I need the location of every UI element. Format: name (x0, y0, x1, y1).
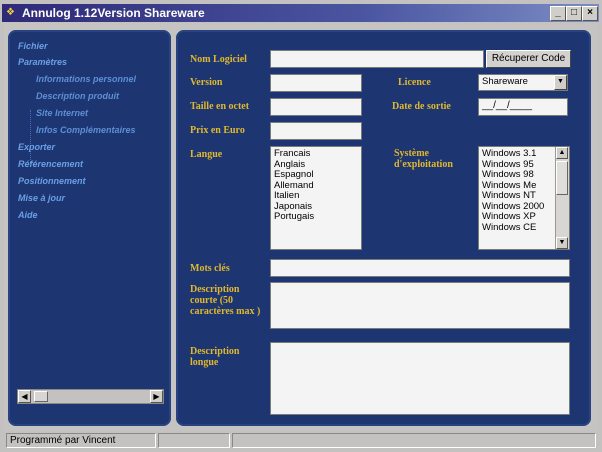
list-item[interactable]: Windows CE (482, 222, 553, 234)
scroll-right-arrow-icon[interactable]: ▶ (150, 390, 163, 403)
prix-field[interactable] (270, 122, 362, 140)
status-text: Programmé par Vincent (6, 433, 156, 448)
version-field[interactable] (270, 74, 362, 92)
form-panel: Nom Logiciel Récuperer Code Version Lice… (176, 30, 591, 426)
scroll-thumb[interactable] (556, 161, 568, 195)
minimize-button[interactable]: _ (550, 6, 566, 21)
mots-cles-label: Mots clés (190, 263, 230, 274)
status-panel-empty (158, 433, 230, 448)
date-sortie-label: Date de sortie (392, 101, 451, 112)
taille-label: Taille en octet (190, 101, 250, 112)
nom-logiciel-field[interactable] (270, 50, 484, 68)
application-window: ❖ Annulog 1.12Version Shareware _ □ × Fi… (0, 0, 602, 452)
sidebar-item-parametres[interactable]: Paramètres (18, 57, 67, 67)
scroll-up-arrow-icon[interactable]: ▲ (556, 147, 568, 159)
scroll-down-arrow-icon[interactable]: ▼ (556, 237, 568, 249)
mots-cles-field[interactable] (270, 259, 570, 277)
prix-label: Prix en Euro (190, 125, 245, 136)
window-title: Annulog 1.12Version Shareware (22, 6, 205, 20)
maximize-button[interactable]: □ (566, 6, 582, 21)
version-label: Version (190, 77, 223, 88)
list-item[interactable]: Italien (274, 190, 358, 202)
description-courte-label: Description courte (50 caractères max ) (190, 284, 261, 317)
app-icon: ❖ (6, 7, 15, 18)
close-button[interactable]: × (582, 6, 598, 21)
list-item[interactable]: Espagnol (274, 169, 358, 181)
list-item[interactable]: Windows 98 (482, 169, 553, 181)
list-item[interactable]: Windows XP (482, 211, 553, 223)
langue-label: Langue (190, 149, 223, 160)
systeme-vertical-scrollbar[interactable]: ▲ ▼ (555, 147, 569, 249)
title-bar[interactable]: ❖ Annulog 1.12Version Shareware _ □ × (2, 4, 599, 22)
description-longue-label: Description longue (190, 346, 240, 368)
status-panel-empty (232, 433, 596, 448)
sidebar-horizontal-scrollbar[interactable]: ◀ ▶ (17, 389, 164, 404)
sidebar-item-fichier[interactable]: Fichier (18, 41, 48, 51)
description-courte-field[interactable] (270, 282, 570, 329)
scroll-thumb[interactable] (34, 391, 48, 402)
status-bar: Programmé par Vincent (4, 432, 598, 449)
licence-value: Shareware (482, 76, 528, 87)
list-item[interactable]: Windows NT (482, 190, 553, 202)
taille-field[interactable] (270, 98, 362, 116)
sidebar-item-exporter[interactable]: Exporter (18, 142, 55, 152)
list-item[interactable]: Portugais (274, 211, 358, 223)
sidebar-item-infos-complementaires[interactable]: Infos Complémentaires (36, 125, 136, 135)
sidebar-item-referencement[interactable]: Référencement (18, 159, 83, 169)
systeme-label: Système d'exploitation (394, 148, 453, 170)
licence-select[interactable]: Shareware ▼ (478, 74, 568, 91)
scroll-left-arrow-icon[interactable]: ◀ (18, 390, 31, 403)
sidebar-item-mise-a-jour[interactable]: Mise à jour (18, 193, 65, 203)
list-item[interactable]: Windows 3.1 (482, 148, 553, 160)
chevron-down-icon[interactable]: ▼ (554, 75, 567, 90)
langue-listbox[interactable]: Francais Anglais Espagnol Allemand Itali… (270, 146, 362, 250)
licence-label: Licence (398, 77, 431, 88)
date-sortie-field[interactable]: __/__/____ (478, 98, 568, 116)
sidebar-item-informations-personnel[interactable]: Informations personnel (36, 74, 136, 84)
nom-logiciel-label: Nom Logiciel (190, 54, 247, 65)
recuperer-code-button[interactable]: Récuperer Code (486, 50, 571, 68)
tree-line (30, 110, 32, 164)
sidebar-item-aide[interactable]: Aide (18, 210, 38, 220)
list-item[interactable]: Francais (274, 148, 358, 160)
systeme-listbox[interactable]: Windows 3.1 Windows 95 Windows 98 Window… (478, 146, 570, 250)
sidebar-item-description-produit[interactable]: Description produit (36, 91, 119, 101)
sidebar-item-site-internet[interactable]: Site Internet (36, 108, 88, 118)
description-longue-field[interactable] (270, 342, 570, 415)
sidebar: Fichier Paramètres Informations personne… (8, 30, 171, 426)
sidebar-item-positionnement[interactable]: Positionnement (18, 176, 86, 186)
